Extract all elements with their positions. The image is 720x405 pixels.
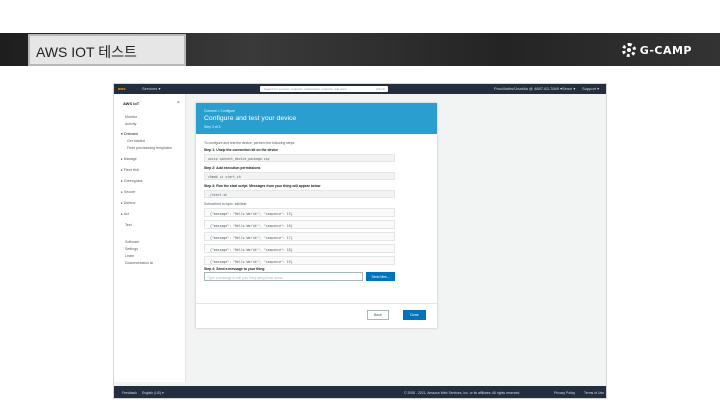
sidebar-item-defend[interactable]: ▸ Defend (121, 201, 135, 205)
code-block-chmod[interactable]: chmod +x start.sh (204, 172, 395, 180)
message-row: {"message": "Hello World!", "sequence": … (204, 244, 395, 253)
slide-title-box: AWS IOT 테스트 (28, 34, 186, 66)
code-block-unzip[interactable]: unzip connect_device_package.zip (204, 154, 395, 162)
sidebar-item-settings[interactable]: Settings (125, 247, 138, 251)
intro-text: To configure and test the device, perfor… (204, 141, 296, 145)
breadcrumb[interactable]: Connect > Configure (204, 109, 235, 113)
sidebar: AWS IoT × Monitor Activity ▾ Onboard Get… (114, 94, 186, 382)
code-text: ./start.sh (208, 193, 228, 197)
code-text: chmod +x start.sh (208, 175, 241, 179)
privacy-link[interactable]: Privacy Policy (554, 391, 575, 395)
sidebar-item-documentation[interactable]: Documentation ⧉ (125, 261, 153, 265)
message-text: {"message": "Hello World!", "sequence": … (210, 248, 293, 252)
step-indicator: Step 3 of 3 (204, 125, 221, 129)
close-icon[interactable]: × (177, 100, 180, 106)
subscribed-topic-text: Subscribed to topic: sdk/test (204, 202, 247, 206)
sidebar-item-monitor[interactable]: Monitor (125, 115, 137, 119)
sidebar-item-software[interactable]: Software (125, 240, 139, 244)
region-menu[interactable]: Seoul ▾ (562, 86, 575, 91)
sidebar-item-onboard[interactable]: ▾ Onboard (121, 132, 138, 136)
search-input[interactable]: Search for services, features, marketpla… (260, 86, 388, 92)
send-message-button[interactable]: Send Mes... (366, 272, 395, 281)
sidebar-item-get-started[interactable]: Get started (127, 139, 145, 143)
step3-label: Step 3: Run the start script. Messages f… (204, 184, 321, 188)
step4-label: Step 4: Send a message to your thing (204, 267, 265, 271)
code-text: unzip connect_device_package.zip (208, 157, 270, 161)
support-menu[interactable]: Support ▾ (582, 86, 599, 91)
gear-icon (621, 43, 636, 57)
sidebar-item-activity[interactable]: Activity (125, 122, 136, 126)
done-button[interactable]: Done (403, 310, 426, 320)
aws-logo[interactable]: aws (118, 86, 126, 91)
configure-device-dialog: Connect > Configure Configure and test y… (196, 103, 437, 328)
brand-logo: G-CAMP (621, 41, 692, 59)
sidebar-item-learn[interactable]: Learn (125, 254, 134, 258)
dialog-divider (196, 303, 437, 304)
sidebar-title: AWS IoT (123, 101, 140, 106)
message-row: {"message": "Hello World!", "sequence": … (204, 220, 395, 229)
message-input[interactable]: Type a message or edit your thing using … (204, 272, 363, 281)
account-menu[interactable]: ProcMaths/Unabila @ 4887-63-7849 ▾ (494, 86, 562, 91)
console-screenshot: aws Services ▾ Search for services, feat… (113, 83, 607, 399)
message-text: {"message": "Hello World!", "sequence": … (210, 260, 293, 264)
message-text: {"message": "Hello World!", "sequence": … (210, 224, 293, 228)
services-menu[interactable]: Services ▾ (142, 86, 160, 91)
search-shortcut: [Alt+S] (376, 87, 385, 91)
step2-label: Step 2: Add execution permissions (204, 166, 261, 170)
terms-link[interactable]: Terms of Use (584, 391, 604, 395)
message-text: {"message": "Hello World!", "sequence": … (210, 212, 293, 216)
sidebar-item-test[interactable]: Test (125, 223, 132, 227)
message-row: {"message": "Hello World!", "sequence": … (204, 232, 395, 241)
sidebar-item-fleet-hub[interactable]: ▸ Fleet Hub (121, 168, 139, 172)
dialog-title: Configure and test your device (204, 115, 297, 122)
sidebar-item-manage[interactable]: ▸ Manage (121, 157, 137, 161)
message-input-placeholder: Type a message or edit your thing using … (208, 275, 283, 280)
brand-text: G-CAMP (639, 43, 692, 57)
step1-label: Step 1: Unzip the connection kit on the … (204, 148, 279, 152)
copyright-text: © 2008 - 2021, Amazon Web Services, Inc.… (404, 391, 521, 395)
sidebar-item-greengrass[interactable]: ▸ Greengrass (121, 179, 143, 183)
dialog-header: Connect > Configure Configure and test y… (196, 103, 437, 134)
message-row: {"message": "Hello World!", "sequence": … (204, 208, 395, 217)
sidebar-item-act[interactable]: ▸ Act (121, 212, 129, 216)
search-placeholder: Search for services, features, marketpla… (264, 87, 347, 91)
message-text: {"message": "Hello World!", "sequence": … (210, 236, 293, 240)
console-footer: Feedback English (US) ▾ © 2008 - 2021, A… (114, 386, 606, 398)
top-navigation: aws Services ▾ Search for services, feat… (114, 84, 606, 94)
message-row: {"message": "Hello World!", "sequence": … (204, 256, 395, 265)
slide-title: AWS IOT 테스트 (36, 44, 137, 60)
feedback-link[interactable]: Feedback (122, 391, 137, 395)
sidebar-item-fleet-provisioning[interactable]: Fleet provisioning templates (127, 146, 172, 150)
language-menu[interactable]: English (US) ▾ (142, 391, 164, 395)
sidebar-item-secure[interactable]: ▸ Secure (121, 190, 135, 194)
code-block-start[interactable]: ./start.sh (204, 190, 395, 198)
back-button[interactable]: Back (367, 310, 389, 320)
